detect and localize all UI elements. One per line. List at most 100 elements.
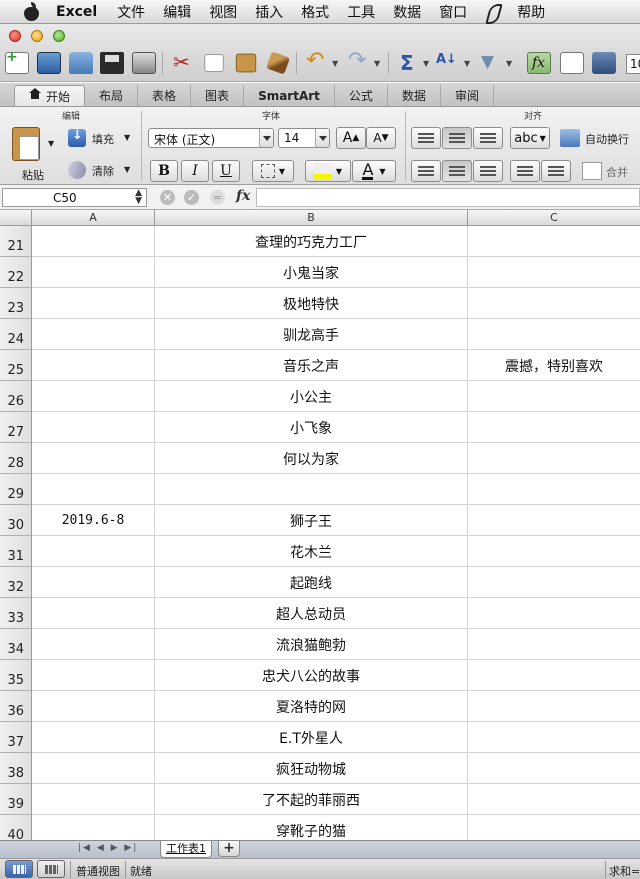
menu-tools[interactable]: 工具	[347, 2, 375, 22]
menu-data[interactable]: 数据	[393, 2, 421, 22]
bold-button[interactable]: B	[150, 160, 178, 182]
close-window-button[interactable]	[9, 30, 21, 42]
cell[interactable]: E.T外星人	[155, 722, 468, 753]
cell[interactable]	[32, 660, 155, 691]
cell[interactable]: 查理的巧克力工厂	[155, 226, 468, 257]
template-gallery-icon[interactable]	[37, 52, 61, 74]
sum-readout[interactable]: 求和=0	[609, 863, 640, 879]
row-header[interactable]: 36	[0, 691, 32, 722]
clear-button[interactable]: 清除	[92, 163, 114, 179]
row-header[interactable]: 37	[0, 722, 32, 753]
formula-builder-icon[interactable]: =	[210, 190, 225, 205]
paste-icon[interactable]	[235, 53, 257, 73]
cell[interactable]	[468, 257, 640, 288]
align-left-button[interactable]	[411, 160, 441, 182]
fill-icon[interactable]	[68, 128, 86, 147]
wrap-text-icon[interactable]	[560, 129, 580, 147]
menu-view[interactable]: 视图	[209, 2, 237, 22]
cell[interactable]	[32, 350, 155, 381]
cell[interactable]	[32, 257, 155, 288]
tab-review[interactable]: 审阅	[441, 85, 494, 106]
undo-dropdown-icon[interactable]: ▼	[332, 59, 338, 68]
row-header[interactable]: 22	[0, 257, 32, 288]
cell[interactable]: 狮子王	[155, 505, 468, 536]
column-header-c[interactable]: C	[468, 210, 640, 226]
cell[interactable]	[468, 784, 640, 815]
cell[interactable]: 起跑线	[155, 567, 468, 598]
cell[interactable]	[32, 691, 155, 722]
stepper-arrows-icon[interactable]: ▲ ▼	[135, 189, 142, 206]
enter-check-icon[interactable]: ✓	[184, 190, 199, 205]
formula-input[interactable]	[256, 188, 640, 207]
cell[interactable]	[32, 629, 155, 660]
cell[interactable]: 疯狂动物城	[155, 753, 468, 784]
filter-dropdown-icon[interactable]: ▼	[506, 59, 512, 68]
cell[interactable]: 了不起的菲丽西	[155, 784, 468, 815]
autosum-icon[interactable]	[396, 51, 420, 75]
save-icon[interactable]	[100, 52, 124, 74]
copy-icon[interactable]	[204, 54, 224, 72]
fx-icon[interactable]: fx	[236, 188, 250, 204]
cell[interactable]	[32, 319, 155, 350]
tab-data[interactable]: 数据	[388, 85, 441, 106]
undo-icon[interactable]	[304, 48, 328, 74]
row-header[interactable]: 32	[0, 567, 32, 598]
cell[interactable]: 极地特快	[155, 288, 468, 319]
print-icon[interactable]	[132, 52, 156, 74]
cell[interactable]: 何以为家	[155, 443, 468, 474]
cell[interactable]	[32, 722, 155, 753]
cell[interactable]: 小鬼当家	[155, 257, 468, 288]
cut-icon[interactable]	[170, 50, 194, 74]
cell[interactable]	[468, 660, 640, 691]
menu-help[interactable]: 帮助	[517, 2, 545, 22]
menu-app-name[interactable]: Excel	[56, 4, 97, 20]
cell[interactable]: 震撼，特别喜欢	[468, 350, 640, 381]
cell[interactable]: 2019.6-8	[32, 505, 155, 536]
sheet-nav-arrows-icon[interactable]: |◀ ◀ ▶ ▶|	[78, 843, 138, 853]
tab-home[interactable]: 开始	[14, 85, 86, 106]
page-layout-view-button[interactable]	[37, 860, 65, 878]
cell[interactable]	[468, 443, 640, 474]
name-box[interactable]: C50 ▲ ▼	[2, 188, 147, 207]
autosum-dropdown-icon[interactable]: ▼	[423, 59, 429, 68]
cell[interactable]	[468, 629, 640, 660]
fill-button[interactable]: 填充	[92, 131, 114, 147]
row-header[interactable]: 29	[0, 474, 32, 505]
row-header[interactable]: 38	[0, 753, 32, 784]
cell[interactable]	[468, 319, 640, 350]
column-header-a[interactable]: A	[32, 210, 155, 226]
cell[interactable]: 穿靴子的猫	[155, 815, 468, 840]
row-header[interactable]: 30	[0, 505, 32, 536]
row-header[interactable]: 33	[0, 598, 32, 629]
cell[interactable]: 小公主	[155, 381, 468, 412]
cell[interactable]: 驯龙高手	[155, 319, 468, 350]
cell[interactable]	[32, 753, 155, 784]
increase-indent-button[interactable]	[541, 160, 571, 182]
italic-button[interactable]: I	[181, 160, 209, 182]
menu-format[interactable]: 格式	[301, 2, 329, 22]
row-header[interactable]: 25	[0, 350, 32, 381]
row-header[interactable]: 28	[0, 443, 32, 474]
text-orientation-button[interactable]: abc ▼	[510, 127, 550, 149]
redo-dropdown-icon[interactable]: ▼	[374, 59, 380, 68]
shrink-font-button[interactable]: A ▼	[366, 127, 396, 149]
cell[interactable]: 超人总动员	[155, 598, 468, 629]
cell[interactable]	[32, 443, 155, 474]
paste-dropdown-icon[interactable]: ▼	[48, 139, 54, 148]
cell[interactable]	[468, 288, 640, 319]
cell[interactable]	[468, 226, 640, 257]
filter-icon[interactable]	[478, 52, 502, 74]
merge-cells-icon[interactable]	[582, 162, 602, 180]
tab-smartart[interactable]: SmartArt	[244, 85, 335, 106]
minimize-window-button[interactable]	[31, 30, 43, 42]
cell[interactable]	[468, 722, 640, 753]
borders-button[interactable]: ▼	[252, 160, 294, 182]
cell[interactable]	[468, 536, 640, 567]
font-name-select[interactable]: 宋体 (正文)	[148, 128, 274, 148]
fill-dropdown-icon[interactable]: ▼	[124, 133, 130, 142]
grow-font-button[interactable]: A ▲	[336, 127, 366, 149]
align-bottom-button[interactable]	[473, 127, 503, 149]
align-center-button[interactable]	[442, 160, 472, 182]
row-header[interactable]: 27	[0, 412, 32, 443]
align-top-button[interactable]	[411, 127, 441, 149]
